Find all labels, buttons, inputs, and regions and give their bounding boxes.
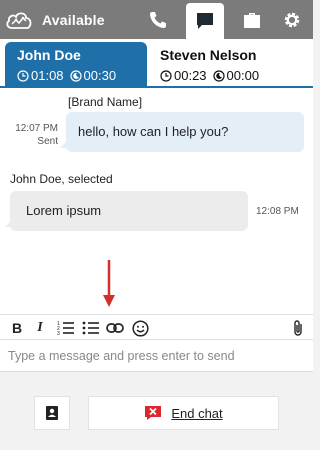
contact-card-icon xyxy=(46,406,58,420)
emoji-button[interactable] xyxy=(131,319,149,337)
numbered-list-button[interactable]: 1 2 3 xyxy=(57,319,75,337)
status-label: Available xyxy=(42,12,105,28)
contact-name: Steven Nelson xyxy=(160,47,257,63)
contact-tab-john-doe[interactable]: John Doe 01:08 00:30 xyxy=(5,42,147,88)
svg-text:3: 3 xyxy=(57,331,60,336)
top-bar: Available xyxy=(0,0,313,39)
settings-tab[interactable] xyxy=(276,0,308,39)
outgoing-time: 12:07 PM xyxy=(15,123,58,134)
after-contact-timer: 00:30 xyxy=(83,68,117,83)
italic-button[interactable]: I xyxy=(31,319,49,337)
smiley-icon xyxy=(131,319,149,337)
contact-details-button[interactable] xyxy=(34,396,70,430)
cloud-icon xyxy=(6,12,32,29)
message-input[interactable] xyxy=(0,340,313,371)
chat-tab[interactable] xyxy=(186,3,224,39)
incoming-message-bubble: Lorem ipsum xyxy=(5,191,248,231)
bold-button[interactable]: B xyxy=(8,319,26,337)
message-composer xyxy=(0,340,313,372)
annotation-arrow-icon xyxy=(103,260,115,307)
outgoing-sender: [Brand Name] xyxy=(68,95,143,109)
incoming-time: 12:08 PM xyxy=(256,206,299,217)
phone-tab[interactable] xyxy=(140,0,176,39)
formatting-toolbar: B I 1 2 3 xyxy=(0,314,313,340)
numbered-list-icon: 1 2 3 xyxy=(57,321,74,336)
outgoing-status: Sent xyxy=(37,136,58,147)
incoming-sender: John Doe, selected xyxy=(10,172,113,186)
contact-timer: 00:23 xyxy=(174,68,207,83)
contact-timer: 01:08 xyxy=(31,68,64,83)
clock-icon xyxy=(160,69,172,82)
end-chat-icon xyxy=(145,406,162,420)
end-chat-button[interactable]: End chat xyxy=(88,396,279,430)
attach-button[interactable] xyxy=(289,319,307,337)
chat-icon xyxy=(197,13,213,29)
briefcase-icon xyxy=(244,12,260,28)
contact-tab-steven-nelson[interactable]: Steven Nelson 00:23 00:00 xyxy=(152,42,308,88)
link-button[interactable] xyxy=(106,319,124,337)
end-chat-label: End chat xyxy=(171,405,223,421)
briefcase-tab[interactable] xyxy=(234,0,270,39)
outgoing-meta: 12:07 PM Sent xyxy=(4,122,58,148)
bullet-list-icon xyxy=(82,321,99,335)
status-selector[interactable]: Available xyxy=(4,5,105,35)
contact-tabs: John Doe 01:08 00:30 Steven Nelson 00:23… xyxy=(0,39,313,88)
moon-timer-icon xyxy=(212,69,225,82)
gear-icon xyxy=(284,12,300,27)
after-contact-timer: 00:00 xyxy=(226,68,260,83)
bullet-list-button[interactable] xyxy=(82,319,100,337)
clock-icon xyxy=(17,69,29,82)
contact-name: John Doe xyxy=(17,47,81,63)
chat-transcript[interactable]: [Brand Name] 12:07 PM Sent hello, how ca… xyxy=(0,88,313,314)
paperclip-icon xyxy=(294,320,302,336)
phone-icon xyxy=(150,11,166,28)
link-icon xyxy=(106,323,124,333)
moon-timer-icon xyxy=(69,69,82,82)
outgoing-message-bubble: hello, how can I help you? xyxy=(60,112,304,152)
